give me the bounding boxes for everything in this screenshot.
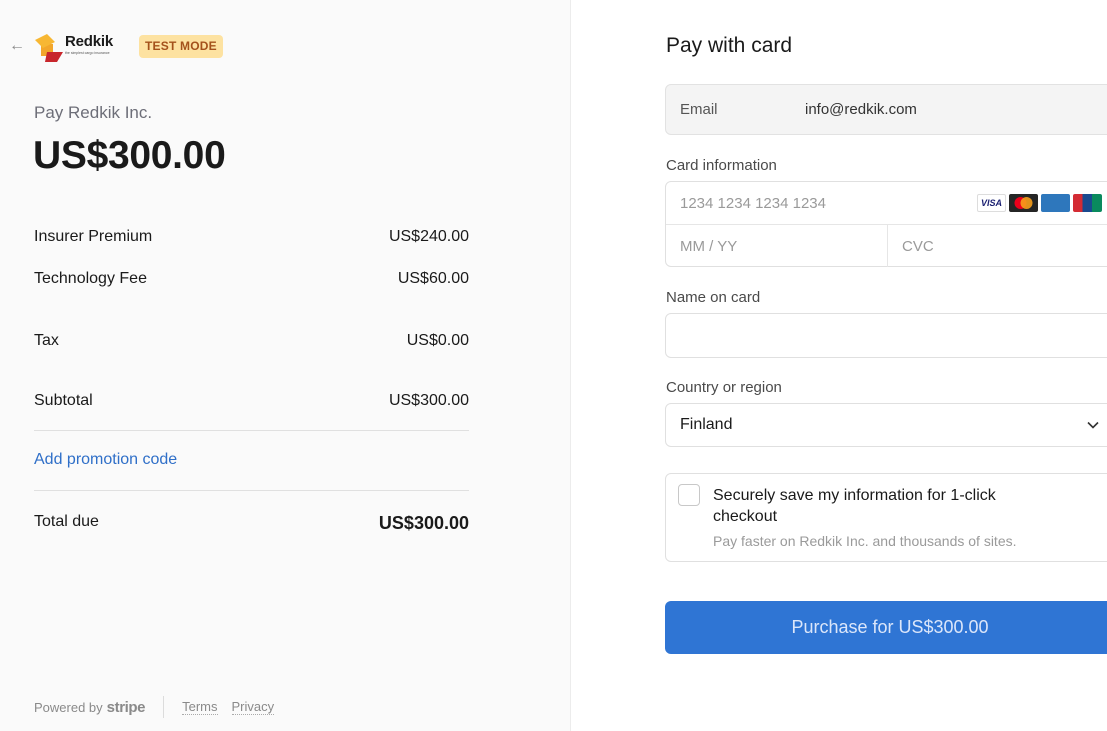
- card-number-placeholder: 1234 1234 1234 1234: [680, 194, 826, 212]
- cvc-input[interactable]: CVC: [888, 225, 1107, 267]
- name-on-card-input[interactable]: [665, 313, 1107, 358]
- brand-logo: Redkik the simplest cargo insurance: [33, 30, 129, 64]
- line-item: Insurer Premium US$240.00: [34, 228, 469, 246]
- card-info-group: 1234 1234 1234 1234 VISA MM / YY CVC: [665, 181, 1107, 267]
- terms-link[interactable]: Terms: [182, 699, 218, 715]
- footer: Powered by stripe Terms Privacy: [34, 696, 288, 718]
- line-item-value: US$240.00: [388, 228, 469, 245]
- card-number-input[interactable]: 1234 1234 1234 1234 VISA: [666, 182, 1107, 225]
- total-amount: US$300.00: [33, 134, 226, 177]
- chevron-down-icon: [1087, 421, 1099, 429]
- country-select[interactable]: Finland: [665, 403, 1107, 447]
- country-label: Country or region: [666, 379, 782, 396]
- email-field[interactable]: Email info@redkik.com: [665, 84, 1107, 135]
- unionpay-icon: [1073, 194, 1102, 212]
- stripe-logo[interactable]: stripe: [107, 699, 146, 716]
- country-value: Finland: [680, 416, 733, 433]
- line-item-label: Technology Fee: [34, 270, 147, 287]
- card-brands: VISA: [977, 194, 1102, 212]
- email-label: Email: [680, 101, 718, 118]
- purchase-button[interactable]: Purchase for US$300.00: [665, 601, 1107, 654]
- line-item-value: US$0.00: [406, 332, 469, 349]
- amex-icon: [1041, 194, 1070, 212]
- subtotal-row: Subtotal US$300.00: [34, 392, 469, 410]
- test-mode-badge: TEST MODE: [139, 35, 223, 58]
- line-item: Technology Fee US$60.00: [34, 270, 469, 288]
- visa-icon: VISA: [977, 194, 1006, 212]
- line-item: Tax US$0.00: [34, 332, 469, 350]
- card-info-label: Card information: [666, 157, 777, 174]
- total-due-label: Total due: [34, 513, 99, 530]
- payment-form-panel: Pay with card Email info@redkik.com Card…: [571, 0, 1107, 731]
- mastercard-icon: [1009, 194, 1038, 212]
- privacy-link[interactable]: Privacy: [231, 699, 275, 715]
- subtotal-label: Subtotal: [34, 392, 93, 409]
- add-promotion-code-link[interactable]: Add promotion code: [34, 451, 177, 469]
- pay-to-label: Pay Redkik Inc.: [34, 103, 153, 122]
- divider: [34, 430, 469, 431]
- back-arrow-icon[interactable]: ←: [9, 36, 25, 56]
- save-info-checkbox[interactable]: [678, 484, 700, 506]
- expiry-input[interactable]: MM / YY: [666, 225, 888, 267]
- footer-separator: [163, 696, 165, 718]
- brand-name: Redkik: [65, 33, 113, 50]
- brand-tagline: the simplest cargo insurance: [65, 51, 110, 55]
- redkik-logo-icon: [35, 34, 63, 62]
- line-item-label: Insurer Premium: [34, 228, 153, 245]
- divider: [34, 490, 469, 491]
- subtotal-value: US$300.00: [388, 392, 469, 409]
- total-due-value: US$300.00: [378, 513, 469, 533]
- name-on-card-label: Name on card: [666, 289, 761, 306]
- order-summary-panel: ← Redkik the simplest cargo insurance TE…: [0, 0, 571, 731]
- save-info-option: Securely save my information for 1-click…: [665, 473, 1107, 562]
- total-due-row: Total due US$300.00: [34, 513, 469, 534]
- email-value: info@redkik.com: [805, 101, 917, 118]
- powered-by-label: Powered by: [34, 699, 103, 715]
- line-item-label: Tax: [34, 332, 59, 349]
- save-info-subtitle: Pay faster on Redkik Inc. and thousands …: [713, 533, 1017, 549]
- line-item-value: US$60.00: [397, 270, 469, 287]
- save-info-title: Securely save my information for 1-click…: [713, 487, 996, 525]
- form-title: Pay with card: [666, 34, 793, 57]
